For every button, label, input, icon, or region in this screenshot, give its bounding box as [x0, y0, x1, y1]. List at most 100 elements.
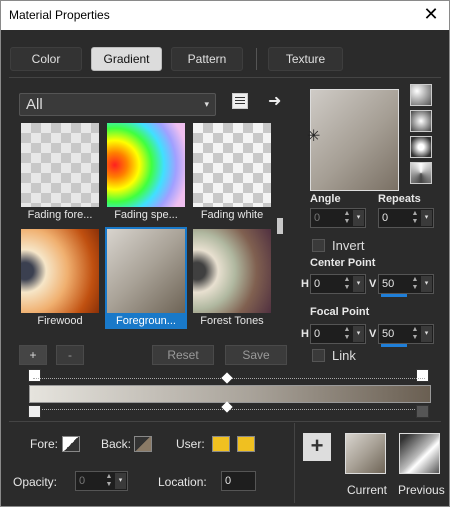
previous-label: Previous	[398, 483, 445, 497]
thumbnail-label: Fading white	[200, 209, 264, 221]
chevron-down-icon[interactable]: ▾	[115, 473, 126, 489]
link-checkbox[interactable]	[312, 349, 325, 362]
fore-swatch[interactable]	[62, 436, 80, 452]
add-gradient-button[interactable]: +	[19, 345, 47, 365]
category-dropdown[interactable]: All ▾	[19, 93, 216, 116]
chevron-down-icon[interactable]: ▾	[421, 276, 432, 292]
chevron-down-icon[interactable]: ▾	[353, 210, 364, 226]
location-label: Location:	[158, 475, 207, 489]
rectangular-gradient-style-button[interactable]	[410, 110, 432, 132]
chevron-down-icon[interactable]: ▾	[353, 276, 364, 292]
opacity-midpoint-marker[interactable]	[221, 372, 233, 384]
opacity-label: Opacity:	[13, 475, 58, 489]
thumbnail-label: Fading spe...	[114, 209, 178, 221]
tab-panel-border	[9, 77, 441, 78]
thumbnail-image	[107, 229, 185, 313]
user-swatch-2[interactable]	[237, 436, 255, 452]
opacity-value: 0	[79, 475, 86, 487]
thumbnail-scrollbar[interactable]	[276, 123, 284, 328]
crosshair-icon: ✳	[307, 128, 321, 145]
thumbnail-fading-white[interactable]: Fading white	[191, 121, 273, 223]
left-color-stop[interactable]	[28, 405, 41, 418]
link-label: Link	[332, 348, 356, 363]
chevron-down-icon[interactable]: ▾	[353, 326, 364, 342]
focal-v-label: V	[369, 328, 377, 340]
center-h-spinner[interactable]: 0 ▲ ▼ ▾	[310, 274, 366, 294]
focal-v-slider-fill	[381, 344, 407, 347]
gradient-preview[interactable]: ✳	[307, 89, 399, 191]
angle-label: Angle	[310, 193, 341, 205]
chevron-down-icon[interactable]: ▾	[421, 210, 432, 226]
save-button[interactable]: Save	[225, 345, 287, 365]
tab-color[interactable]: Color	[10, 47, 82, 71]
radial-gradient-style-button[interactable]	[410, 162, 432, 184]
spin-updown-icon[interactable]: ▲ ▼	[342, 210, 352, 226]
thumbnail-fading-spectrum[interactable]: Fading spe...	[105, 121, 187, 223]
tab-gradient[interactable]: Gradient	[91, 47, 162, 71]
chevron-down-icon: ▾	[204, 99, 209, 109]
spin-updown-icon[interactable]: ▲ ▼	[342, 276, 352, 292]
spin-updown-icon[interactable]: ▲ ▼	[104, 473, 114, 489]
spin-updown-icon[interactable]: ▲ ▼	[410, 276, 420, 292]
current-material-swatch[interactable]	[345, 433, 386, 474]
bottom-divider	[294, 423, 295, 503]
thumbnail-fading-foreground[interactable]: Fading fore...	[19, 121, 101, 223]
repeats-label: Repeats	[378, 193, 421, 205]
invert-label: Invert	[332, 238, 365, 253]
repeats-value: 0	[382, 212, 389, 224]
top-right-opacity-stop[interactable]	[416, 369, 429, 382]
angle-spinner[interactable]: 0 ▲ ▼ ▾	[310, 208, 366, 228]
user-swatch-1[interactable]	[212, 436, 230, 452]
reset-button[interactable]: Reset	[152, 345, 214, 365]
location-input[interactable]: 0	[221, 471, 256, 491]
thumbnail-forest-tones[interactable]: Forest Tones	[191, 227, 273, 329]
focal-h-spinner[interactable]: 0 ▲ ▼ ▾	[310, 324, 366, 344]
spin-updown-icon[interactable]: ▲ ▼	[342, 326, 352, 342]
thumbnail-firewood[interactable]: Firewood	[19, 227, 101, 329]
current-label: Current	[347, 483, 388, 497]
remove-gradient-button[interactable]: -	[56, 345, 84, 365]
fore-label: Fore:	[30, 437, 59, 451]
focal-v-spinner[interactable]: 50 ▲ ▼ ▾	[378, 324, 434, 347]
top-left-opacity-stop[interactable]	[28, 369, 41, 382]
opacity-spinner[interactable]: 0 ▲ ▼ ▾	[75, 471, 128, 491]
tab-divider	[256, 48, 257, 70]
add-swatch-button[interactable]: +	[303, 433, 331, 461]
center-v-value: 50	[382, 278, 395, 290]
center-v-spinner[interactable]: 50 ▲ ▼ ▾	[378, 274, 434, 297]
thumbnail-foreground-background[interactable]: Foregroun...	[105, 227, 187, 329]
invert-checkbox[interactable]	[312, 239, 325, 252]
close-icon[interactable]: ✕	[421, 4, 441, 24]
gradient-editor-bar[interactable]	[29, 385, 431, 403]
library-icon[interactable]	[232, 93, 248, 109]
tab-texture[interactable]: Texture	[268, 47, 343, 71]
focal-v-value: 50	[382, 328, 395, 340]
center-point-label: Center Point	[310, 257, 376, 269]
spin-updown-icon[interactable]: ▲ ▼	[410, 326, 420, 342]
title-bar: Material Properties ✕	[1, 1, 449, 30]
section-divider	[9, 421, 441, 422]
window-title: Material Properties	[9, 8, 110, 22]
linear-gradient-style-button[interactable]	[410, 84, 432, 106]
user-label: User:	[176, 437, 205, 451]
thumbnail-image	[21, 229, 99, 313]
previous-material-swatch[interactable]	[399, 433, 440, 474]
arrow-right-icon[interactable]: ➜	[268, 91, 281, 111]
repeats-spinner[interactable]: 0 ▲ ▼ ▾	[378, 208, 434, 228]
angle-value: 0	[314, 212, 321, 224]
right-color-stop[interactable]	[416, 405, 429, 418]
location-value: 0	[225, 475, 232, 487]
thumbnail-image	[193, 229, 271, 313]
back-label: Back:	[101, 437, 132, 451]
thumbnail-label: Fading fore...	[27, 209, 93, 221]
color-midpoint-marker[interactable]	[221, 401, 233, 413]
sunburst-gradient-style-button[interactable]	[410, 136, 432, 158]
tab-pattern[interactable]: Pattern	[171, 47, 243, 71]
back-swatch[interactable]	[134, 436, 152, 452]
thumbnail-image	[21, 123, 99, 207]
thumbnail-image	[107, 123, 185, 207]
focal-point-label: Focal Point	[310, 306, 370, 318]
spin-updown-icon[interactable]: ▲ ▼	[410, 210, 420, 226]
scrollbar-thumb[interactable]	[277, 218, 283, 234]
chevron-down-icon[interactable]: ▾	[421, 326, 432, 342]
